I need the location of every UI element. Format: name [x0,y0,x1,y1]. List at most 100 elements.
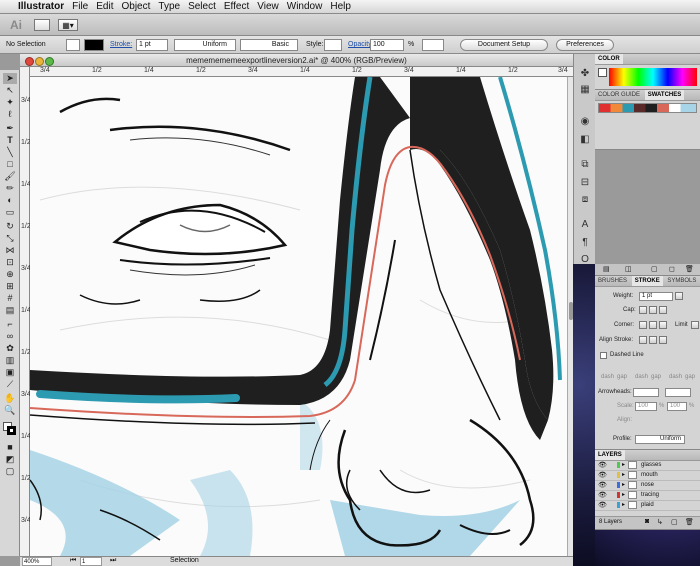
brush-definition[interactable]: Basic [240,39,298,51]
color-mode-icon[interactable]: ■ [3,442,17,453]
tab-color-guide[interactable]: COLOR GUIDE [595,90,643,100]
rectangle-tool-icon[interactable]: □ [3,159,17,170]
bevel-join-button[interactable] [659,321,667,329]
drawing-mode-icon[interactable]: ◩ [3,454,17,465]
document-tab[interactable]: mememememeexportlineversion2.ai* @ 400% … [20,54,573,67]
eyedropper-tool-icon[interactable]: ⌐ [3,319,17,330]
weight-dropdown[interactable] [675,292,683,300]
profile-dropdown[interactable]: Uniform [635,435,685,444]
mesh-tool-icon[interactable]: # [3,293,17,304]
rotate-tool-icon[interactable]: ↻ [3,221,17,232]
magic-wand-tool-icon[interactable]: ✦ [3,97,17,108]
new-color-group-icon[interactable]: ▢ [651,265,658,273]
screen-mode-icon[interactable]: ▢ [3,466,17,477]
expand-triangle-icon[interactable]: ▸ [622,500,625,510]
color-spectrum[interactable] [609,68,697,86]
opacity-field[interactable]: 100 [370,39,404,51]
transform-icon[interactable]: ⧉ [579,159,591,171]
pathfinder-icon[interactable]: ⧈ [579,194,591,206]
appearance-icon[interactable]: ◉ [579,116,591,128]
minimize-window-icon[interactable] [35,57,44,66]
fill-swatch[interactable] [66,39,80,51]
round-join-button[interactable] [649,321,657,329]
paintbrush-tool-icon[interactable]: 🖌 [3,171,17,182]
layer-name[interactable]: glasses [641,460,661,470]
tab-layers[interactable]: LAYERS [595,450,625,460]
preferences-button[interactable]: Preferences [556,39,614,51]
artboard-number-field[interactable]: 1 [80,557,102,566]
menu-select[interactable]: Select [188,1,224,12]
artwork-illustration[interactable] [30,77,567,556]
color-fill-box[interactable] [598,68,607,77]
line-tool-icon[interactable]: ╲ [3,147,17,158]
color-guide-icon[interactable]: ▦ [579,84,591,96]
menu-window[interactable]: Window [287,1,331,12]
layer-name[interactable]: nose [641,480,654,490]
butt-cap-button[interactable] [639,306,647,314]
hand-tool-icon[interactable]: ✋ [3,393,17,404]
menu-edit[interactable]: Edit [96,1,121,12]
bridge-button[interactable] [34,19,50,31]
limit-field[interactable] [691,321,699,329]
document-setup-button[interactable]: Document Setup [460,39,548,51]
lasso-tool-icon[interactable]: ℓ [3,109,17,120]
tab-color[interactable]: COLOR [595,54,623,64]
swatch-libraries-icon[interactable]: ▤ [603,265,610,273]
status-tool-label[interactable]: Selection [170,557,199,564]
end-scale-field[interactable]: 100 [667,402,687,411]
recolor-artwork-icon[interactable] [422,39,444,51]
opacity-label-link[interactable]: Opacity [348,39,372,51]
tab-symbols[interactable]: SYMBOLS [664,276,699,286]
align-center-button[interactable] [639,336,647,344]
start-arrowhead-dropdown[interactable] [633,388,659,397]
delete-layer-icon[interactable]: 🗑 [685,518,694,526]
stroke-color-box[interactable] [7,426,16,435]
free-transform-tool-icon[interactable]: ⊡ [3,257,17,268]
slice-tool-icon[interactable]: ⟋ [3,379,17,390]
width-tool-icon[interactable]: ⋈ [3,245,17,256]
new-swatch-icon[interactable]: ◻ [669,265,675,273]
vertical-ruler[interactable]: 3/4 1/2 1/4 1/2 3/4 1/4 1/2 3/4 1/4 1/2 … [20,67,31,556]
type-tool-icon[interactable]: T [3,135,17,146]
scale-tool-icon[interactable]: ⤡ [3,233,17,244]
character-icon[interactable]: A [579,219,591,231]
shape-builder-tool-icon[interactable]: ⊕ [3,269,17,280]
arrange-documents-icon[interactable]: ▦▾ [58,19,78,31]
menu-help[interactable]: Help [330,1,359,12]
show-kinds-icon[interactable]: ◫ [625,265,632,273]
color-panel-icon[interactable]: ✤ [579,68,591,80]
expand-triangle-icon[interactable]: ▸ [622,470,625,480]
stroke-swatch[interactable] [84,39,104,51]
horizontal-ruler[interactable]: 3/4 1/2 1/4 1/2 3/4 1/4 1/2 3/4 1/4 1/2 … [30,67,573,77]
layer-name[interactable]: tracing [641,490,659,500]
perspective-grid-tool-icon[interactable]: ⊞ [3,281,17,292]
swatch-row[interactable] [598,103,697,113]
variable-width-profile[interactable]: Uniform [174,39,236,51]
zoom-window-icon[interactable] [45,57,54,66]
paragraph-icon[interactable]: ¶ [579,237,591,249]
start-scale-field[interactable]: 100 [635,402,657,411]
align-outside-button[interactable] [659,336,667,344]
layer-name[interactable]: plaid [641,500,654,510]
graphic-style-swatch[interactable] [324,39,342,51]
align-inside-button[interactable] [649,336,657,344]
visibility-eye-icon[interactable]: 👁 [598,501,607,511]
artboard-canvas[interactable] [30,77,567,556]
zoom-tool-icon[interactable]: 🔍 [3,405,17,416]
blob-brush-tool-icon[interactable]: ◐ [3,195,17,206]
stroke-label-link[interactable]: Stroke: [110,39,132,51]
layer-row-plaid[interactable]: 👁 ▸ plaid [595,500,700,511]
menu-app-name[interactable]: Illustrator [18,1,72,12]
tab-brushes[interactable]: BRUSHES [595,276,630,286]
weight-field[interactable]: 1 pt [639,292,673,301]
menu-type[interactable]: Type [158,1,188,12]
first-artboard-icon[interactable]: ⏮ [70,557,76,565]
layer-name[interactable]: mouth [641,470,658,480]
new-sublayer-icon[interactable]: ↳ [657,518,663,526]
column-graph-tool-icon[interactable]: ▥ [3,355,17,366]
delete-swatch-icon[interactable]: 🗑 [685,265,694,273]
expand-triangle-icon[interactable]: ▸ [622,490,625,500]
menu-view[interactable]: View [257,1,287,12]
projecting-cap-button[interactable] [659,306,667,314]
new-layer-icon[interactable]: ▢ [671,518,678,526]
